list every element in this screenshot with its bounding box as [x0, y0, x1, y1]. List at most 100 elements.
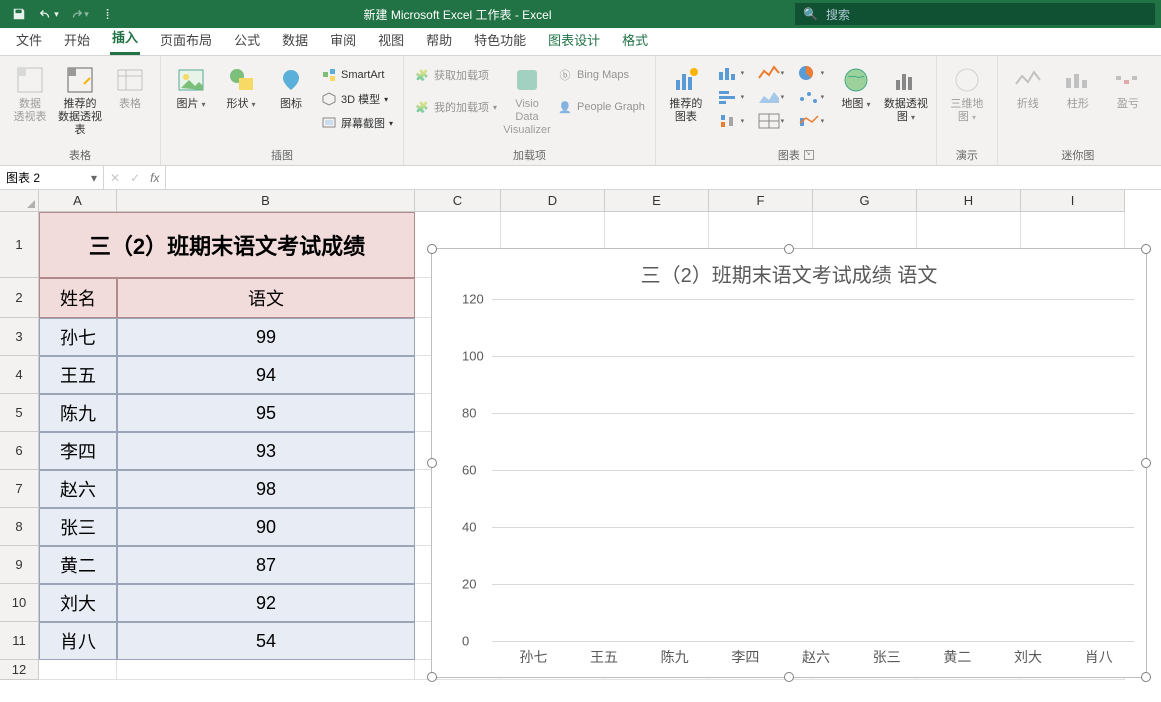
screenshot-button[interactable]: 屏幕截图 ▾ [319, 112, 395, 134]
tab-chart-design[interactable]: 图表设计 [546, 26, 602, 55]
cell[interactable]: 孙七 [39, 318, 117, 356]
chart-type-button[interactable]: ▾ [754, 62, 788, 84]
namebox-dropdown-icon[interactable]: ▾ [91, 171, 97, 185]
resize-handle[interactable] [427, 672, 437, 682]
recommended-charts-button[interactable]: 推荐的 图表 [664, 60, 708, 124]
formula-bar[interactable] [166, 166, 1161, 189]
cell[interactable]: 95 [117, 394, 415, 432]
icons-button[interactable]: 图标 [269, 60, 313, 111]
row-header[interactable]: 10 [0, 584, 39, 622]
resize-handle[interactable] [784, 244, 794, 254]
resize-handle[interactable] [1141, 458, 1151, 468]
chart-type-button[interactable]: ▾ [714, 62, 748, 84]
tab-format[interactable]: 格式 [620, 26, 650, 55]
redo-button[interactable]: ▾ [68, 3, 90, 25]
row-header[interactable]: 3 [0, 318, 39, 356]
cell[interactable]: 张三 [39, 508, 117, 546]
tab-file[interactable]: 文件 [14, 26, 44, 55]
resize-handle[interactable] [1141, 672, 1151, 682]
chart-title[interactable]: 三（2）班期末语文考试成绩 语文 [432, 249, 1146, 294]
cell[interactable]: 90 [117, 508, 415, 546]
chart-type-button[interactable]: ▾ [754, 110, 788, 132]
pivot-chart-button[interactable]: 数据透视图 ▾ [884, 60, 928, 124]
maps-button[interactable]: 地图 ▾ [834, 60, 878, 111]
cell[interactable] [39, 660, 117, 680]
cell[interactable]: 93 [117, 432, 415, 470]
chart-type-button[interactable]: ▾ [794, 62, 828, 84]
column-header[interactable]: C [415, 190, 501, 212]
cell[interactable]: 三（2）班期末语文考试成绩 [39, 212, 415, 278]
cell[interactable]: 李四 [39, 432, 117, 470]
column-header[interactable]: H [917, 190, 1021, 212]
recommended-pivot-button[interactable]: 推荐的 数据透视表 [58, 60, 102, 138]
row-header[interactable]: 4 [0, 356, 39, 394]
column-header[interactable]: I [1021, 190, 1125, 212]
row-header[interactable]: 8 [0, 508, 39, 546]
row-header[interactable]: 5 [0, 394, 39, 432]
chart-object[interactable]: 三（2）班期末语文考试成绩 语文 020406080100120 孙七王五陈九李… [431, 248, 1147, 678]
cancel-formula-icon[interactable]: ✕ [110, 171, 120, 185]
chart-type-button[interactable]: ▾ [714, 110, 748, 132]
column-header[interactable]: G [813, 190, 917, 212]
row-header[interactable]: 9 [0, 546, 39, 584]
chart-plot-area[interactable]: 020406080100120 [462, 299, 1134, 641]
tab-special[interactable]: 特色功能 [472, 26, 528, 55]
row-header[interactable]: 11 [0, 622, 39, 660]
column-header[interactable]: E [605, 190, 709, 212]
cell[interactable]: 54 [117, 622, 415, 660]
tab-view[interactable]: 视图 [376, 26, 406, 55]
tab-data[interactable]: 数据 [280, 26, 310, 55]
save-icon[interactable] [8, 3, 30, 25]
column-header[interactable]: D [501, 190, 605, 212]
cell[interactable]: 王五 [39, 356, 117, 394]
resize-handle[interactable] [1141, 244, 1151, 254]
tab-review[interactable]: 审阅 [328, 26, 358, 55]
cell[interactable] [117, 660, 415, 680]
pictures-button[interactable]: 图片 ▾ [169, 60, 213, 111]
qat-customize-icon[interactable]: ⡇ [98, 3, 120, 25]
cell[interactable]: 94 [117, 356, 415, 394]
cell[interactable]: 99 [117, 318, 415, 356]
row-header[interactable]: 1 [0, 212, 39, 278]
enter-formula-icon[interactable]: ✓ [130, 171, 140, 185]
chart-type-button[interactable]: ▾ [794, 86, 828, 108]
row-header[interactable]: 6 [0, 432, 39, 470]
smartart-button[interactable]: SmartArt [319, 64, 395, 86]
row-header[interactable]: 2 [0, 278, 39, 318]
resize-handle[interactable] [784, 672, 794, 682]
column-header[interactable]: B [117, 190, 415, 212]
chart-type-button[interactable]: ▾ [794, 110, 828, 132]
column-header[interactable]: A [39, 190, 117, 212]
cell[interactable]: 姓名 [39, 278, 117, 318]
tab-home[interactable]: 开始 [62, 26, 92, 55]
row-header[interactable]: 12 [0, 660, 39, 680]
fx-icon[interactable]: fx [150, 171, 159, 185]
cell[interactable]: 语文 [117, 278, 415, 318]
chart-type-button[interactable]: ▾ [714, 86, 748, 108]
row-header[interactable]: 7 [0, 470, 39, 508]
search-box[interactable]: 🔍 搜索 [795, 3, 1155, 25]
chart-type-button[interactable]: ▾ [754, 86, 788, 108]
column-header[interactable]: F [709, 190, 813, 212]
resize-handle[interactable] [427, 458, 437, 468]
charts-dialog-launcher[interactable] [804, 150, 814, 160]
name-box[interactable]: 图表 2▾ [0, 166, 104, 189]
cell[interactable]: 刘大 [39, 584, 117, 622]
cell[interactable]: 陈九 [39, 394, 117, 432]
cell[interactable]: 87 [117, 546, 415, 584]
select-all-corner[interactable] [0, 190, 39, 212]
undo-button[interactable]: ▾ [38, 3, 60, 25]
tab-insert[interactable]: 插入 [110, 23, 140, 55]
3d-models-button[interactable]: 3D 模型 ▾ [319, 88, 395, 110]
worksheet-grid[interactable]: ABCDEFGHI 123456789101112 三（2）班期末语文考试成绩姓… [0, 190, 1161, 702]
tab-formulas[interactable]: 公式 [232, 26, 262, 55]
shapes-button[interactable]: 形状 ▾ [219, 60, 263, 111]
tab-help[interactable]: 帮助 [424, 26, 454, 55]
cell[interactable]: 98 [117, 470, 415, 508]
cell[interactable]: 肖八 [39, 622, 117, 660]
resize-handle[interactable] [427, 244, 437, 254]
tab-page-layout[interactable]: 页面布局 [158, 26, 214, 55]
cell[interactable]: 黄二 [39, 546, 117, 584]
cell[interactable]: 赵六 [39, 470, 117, 508]
cell[interactable]: 92 [117, 584, 415, 622]
